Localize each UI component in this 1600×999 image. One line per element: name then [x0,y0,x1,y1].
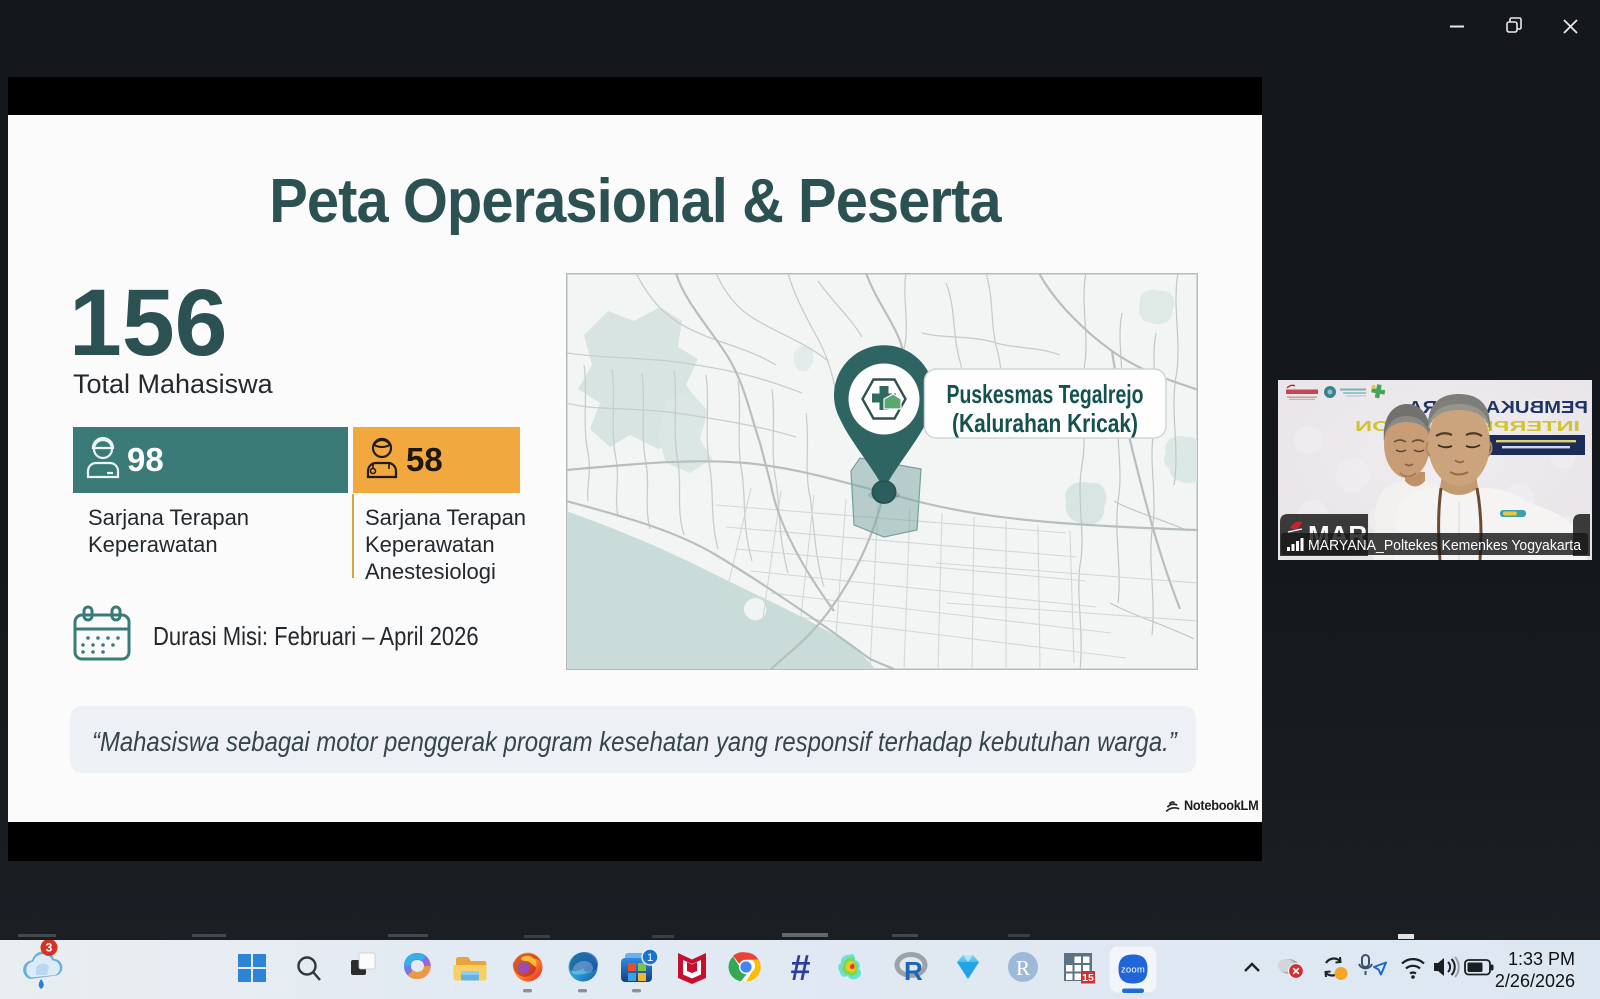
svg-text:R: R [1016,956,1030,980]
svg-text:R: R [904,956,923,986]
svg-text:MARYANA_Poltekes Kemenkes Yogy: MARYANA_Poltekes Kemenkes Yogyakarta [1308,537,1582,554]
svg-text:zoom: zoom [1121,965,1145,976]
svg-text:1: 1 [647,952,653,964]
svg-text:Puskesmas Tegalrejo: Puskesmas Tegalrejo [947,379,1144,409]
svg-text:#: # [790,947,810,988]
svg-text:3: 3 [46,941,53,955]
svg-text:(Kalurahan Kricak): (Kalurahan Kricak) [952,408,1138,438]
svg-text:15: 15 [1082,972,1094,984]
